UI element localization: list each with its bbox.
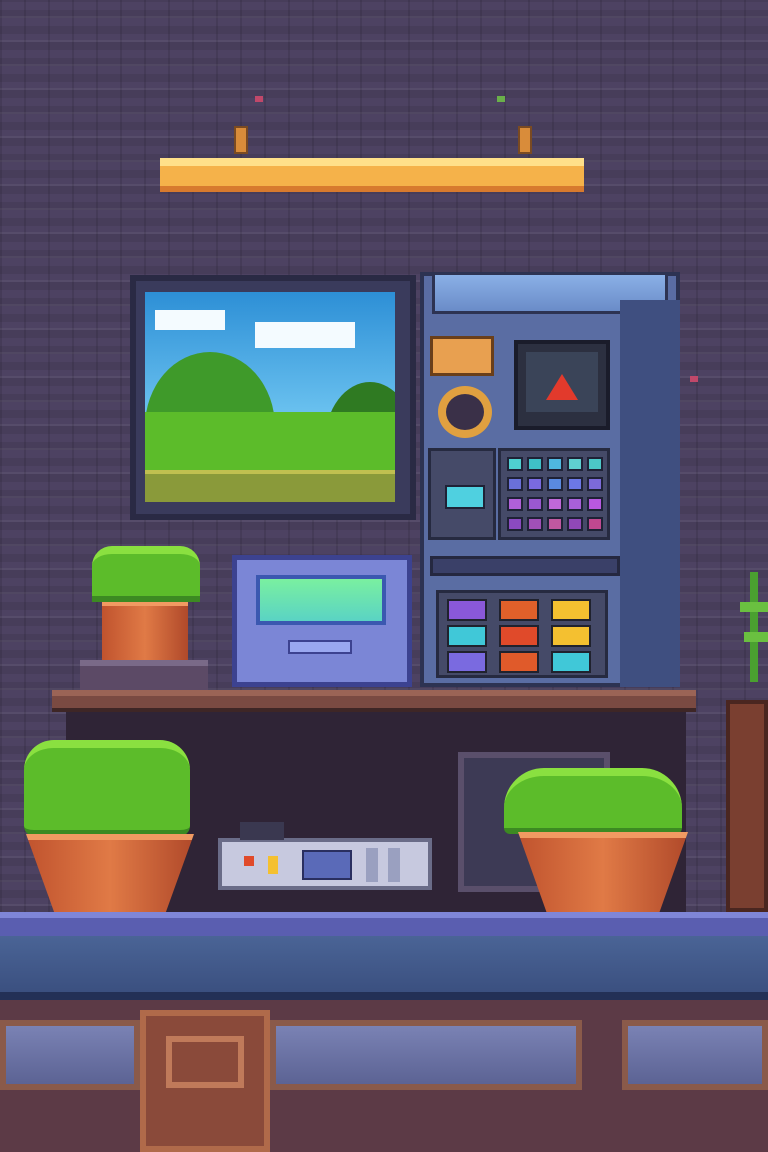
floor-grate (140, 1010, 270, 1152)
color-pad[interactable] (447, 599, 487, 621)
color-pad[interactable] (447, 625, 487, 647)
keypad-key[interactable] (567, 457, 583, 471)
color-pad[interactable] (551, 651, 591, 673)
keypad-key[interactable] (507, 477, 523, 491)
plant-stand (80, 660, 208, 690)
keypad-key[interactable] (507, 497, 523, 511)
cloud (155, 310, 225, 330)
landscape-screen (145, 292, 395, 502)
device-slider[interactable] (366, 848, 378, 882)
color-pad[interactable] (551, 625, 591, 647)
radar-display-icon (514, 340, 610, 430)
color-pad[interactable] (447, 651, 487, 673)
floor-panel (0, 1020, 140, 1090)
keypad-key[interactable] (567, 497, 583, 511)
keypad-key[interactable] (527, 497, 543, 511)
plant-foliage (504, 768, 682, 834)
ceiling-lamp-icon (160, 158, 584, 192)
dial-icon[interactable] (438, 386, 492, 438)
forest (145, 412, 395, 472)
keypad-key[interactable] (567, 517, 583, 531)
keypad-key[interactable] (527, 517, 543, 531)
keypad-key[interactable] (587, 497, 603, 511)
counter-top (0, 912, 768, 936)
wall-speck (255, 96, 263, 102)
keypad-key[interactable] (587, 517, 603, 531)
keypad-key[interactable] (567, 477, 583, 491)
color-pad[interactable] (499, 625, 539, 647)
keypad-key[interactable] (547, 497, 563, 511)
keypad-key[interactable] (547, 517, 563, 531)
console-screen (256, 575, 386, 625)
tall-pot (726, 700, 768, 912)
keypad-key[interactable] (507, 457, 523, 471)
control-device[interactable] (218, 838, 432, 890)
device-slider[interactable] (388, 848, 400, 882)
key-grid (498, 448, 610, 540)
plant-foliage (24, 740, 190, 836)
side-button[interactable] (445, 485, 485, 509)
device-top (240, 822, 284, 840)
device-button[interactable] (268, 856, 278, 874)
keypad-key[interactable] (587, 457, 603, 471)
wall-speck (690, 376, 698, 382)
wall-speck (497, 96, 505, 102)
keypad-key[interactable] (507, 517, 523, 531)
game-scene (0, 0, 768, 1152)
amber-display (430, 336, 494, 376)
machine-slot (430, 556, 620, 576)
floor-panel (270, 1020, 582, 1090)
machine-side (620, 300, 680, 687)
plant-foliage (92, 546, 200, 602)
keypad-key[interactable] (587, 477, 603, 491)
warning-triangle-icon (546, 374, 578, 400)
device-screen (302, 850, 352, 880)
shelf-top (52, 690, 696, 712)
cloud (255, 322, 355, 348)
color-pad[interactable] (499, 599, 539, 621)
color-pad[interactable] (499, 651, 539, 673)
pad-panel (436, 590, 608, 678)
plant-pot (102, 600, 188, 660)
device-button[interactable] (244, 856, 254, 866)
keypad-key[interactable] (527, 477, 543, 491)
keypad-key[interactable] (547, 477, 563, 491)
color-pad[interactable] (551, 599, 591, 621)
ground (145, 470, 395, 502)
counter-rail (0, 936, 768, 1000)
lamp-hook (518, 126, 532, 154)
fern-icon (740, 572, 768, 682)
keypad-key[interactable] (547, 457, 563, 471)
floor-panel (622, 1020, 768, 1090)
side-panel (428, 448, 496, 540)
lamp-hook (234, 126, 248, 154)
keypad-key[interactable] (527, 457, 543, 471)
console-slot[interactable] (288, 640, 352, 654)
